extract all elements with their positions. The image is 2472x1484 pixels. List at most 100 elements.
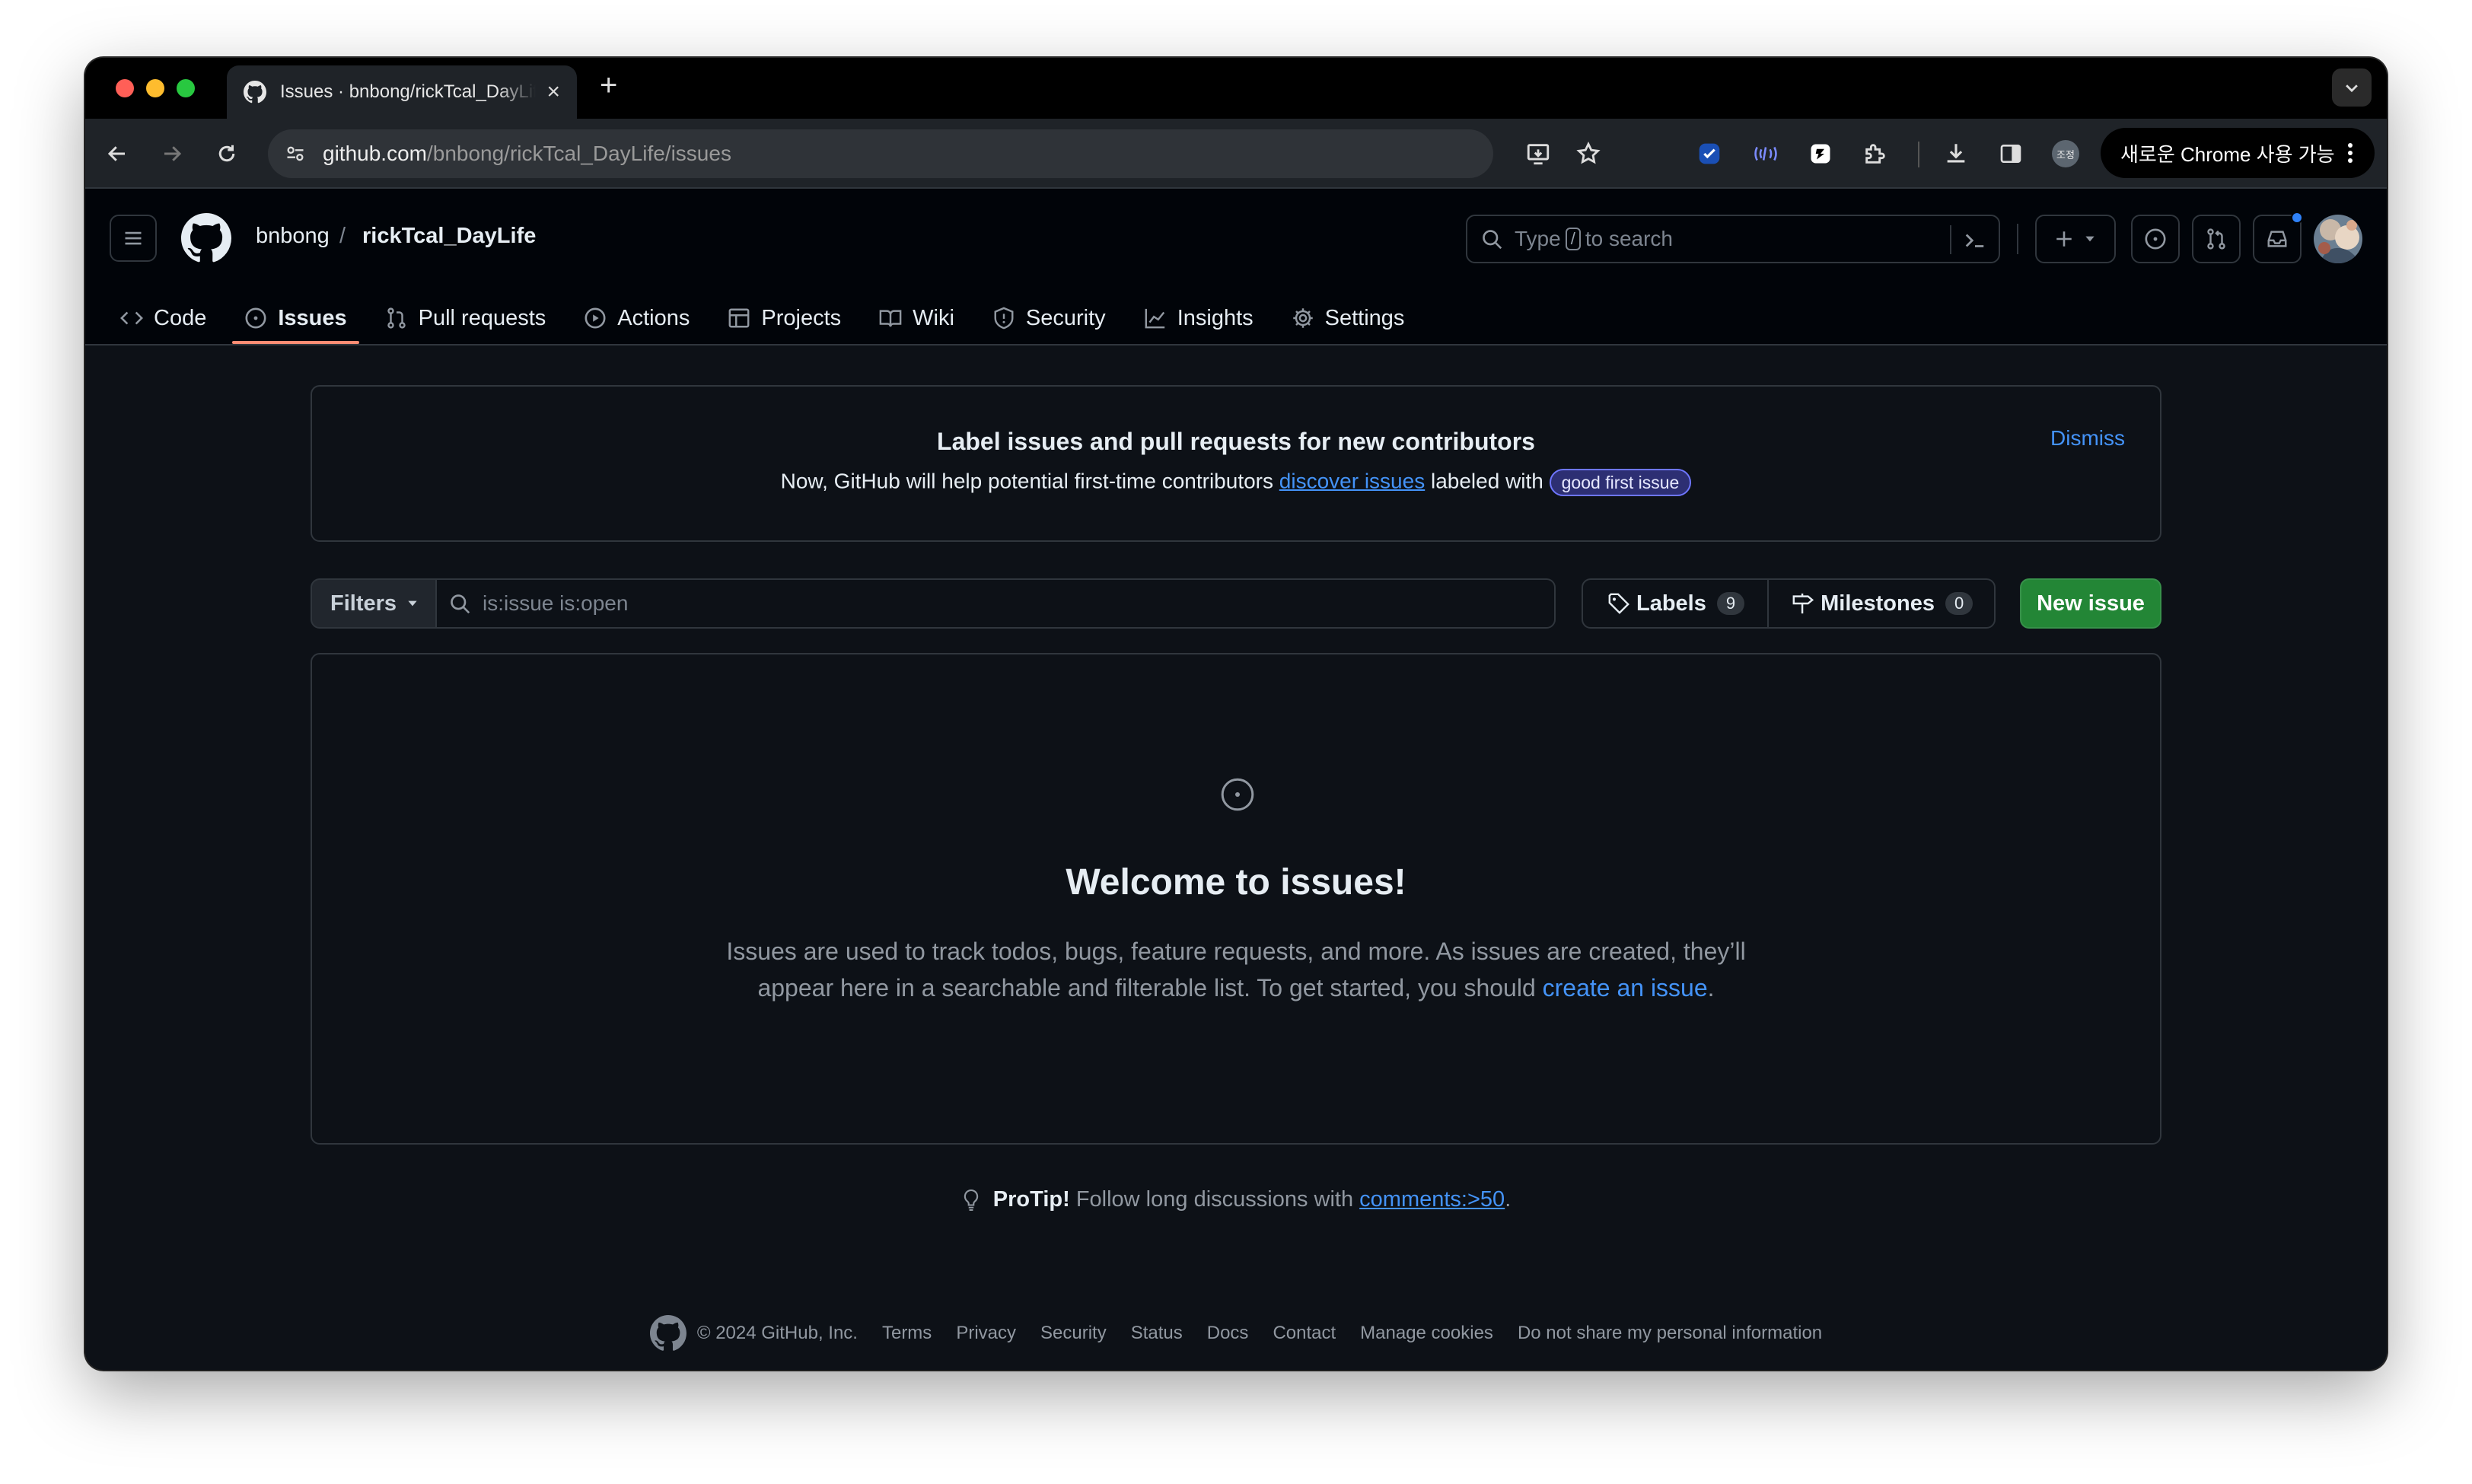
protip-link[interactable]: comments:>50 [1359, 1187, 1505, 1212]
tab-settings[interactable]: Settings [1279, 295, 1417, 341]
light-bulb-icon [964, 1189, 978, 1212]
url-text: github.com/bnbong/rickTcal_DayLife/issue… [323, 142, 731, 165]
profile-avatar[interactable]: 조정 [2049, 137, 2082, 170]
global-search-input[interactable]: Type / to search [1466, 215, 2000, 263]
milestones-button[interactable]: Milestones 0 [1769, 580, 1996, 627]
kebab-menu-icon [2347, 143, 2353, 163]
create-new-button[interactable] [2035, 215, 2116, 263]
minimize-window-button[interactable] [146, 79, 164, 97]
tab-code[interactable]: Code [108, 295, 218, 341]
dismiss-button[interactable]: Dismiss [2050, 426, 2125, 451]
bookmark-star-icon[interactable] [1575, 141, 1601, 167]
footer-link-privacy[interactable]: Privacy [956, 1323, 1016, 1344]
issues-search-input[interactable]: is:issue is:open [435, 578, 1556, 629]
repo-nav: Code Issues Pull requests Actions Projec… [108, 295, 1430, 344]
user-avatar[interactable] [2314, 215, 2362, 263]
breadcrumb-separator: / [339, 224, 346, 248]
search-divider [1950, 225, 1951, 254]
tab-projects-label: Projects [761, 305, 842, 330]
footer-link-security[interactable]: Security [1040, 1323, 1107, 1344]
plus-icon [2056, 231, 2072, 247]
issue-opened-icon [2145, 228, 2166, 250]
back-icon[interactable] [100, 137, 134, 170]
tab-title: Issues · bnbong/rickTcal_DayLife [280, 81, 537, 102]
github-logo-icon[interactable] [181, 213, 231, 263]
footer-link-manage-cookies[interactable]: Manage cookies [1360, 1323, 1493, 1344]
play-icon [585, 307, 606, 329]
extension-logo-icon[interactable] [1804, 137, 1837, 170]
forward-icon[interactable] [155, 137, 189, 170]
milestones-label: Milestones [1821, 591, 1935, 616]
site-info-icon[interactable] [285, 143, 306, 164]
hamburger-icon [125, 231, 142, 245]
your-issues-button[interactable] [2131, 215, 2180, 263]
tag-icon [1608, 593, 1629, 614]
search-icon [1483, 230, 1502, 250]
extensions-puzzle-icon[interactable] [1859, 137, 1892, 170]
blankslate-title: Welcome to issues! [1066, 862, 1406, 903]
your-pull-requests-button[interactable] [2192, 215, 2241, 263]
extension-check-icon[interactable] [1693, 137, 1726, 170]
blankslate-line-1: Issues are used to track todos, bugs, fe… [726, 938, 1746, 965]
git-pull-request-icon [2207, 228, 2225, 250]
profile-label: 조정 [2056, 148, 2075, 161]
tab-close-icon[interactable]: × [546, 81, 560, 103]
repo-name-link[interactable]: rickTcal_DayLife [362, 224, 536, 249]
footer-link-terms[interactable]: Terms [882, 1323, 932, 1344]
tab-actions[interactable]: Actions [572, 295, 702, 341]
create-issue-link[interactable]: create an issue [1543, 974, 1708, 1002]
downloads-icon[interactable] [1939, 137, 1973, 170]
address-bar[interactable]: github.com/bnbong/rickTcal_DayLife/issue… [268, 129, 1601, 178]
filters-button[interactable]: Filters [311, 578, 437, 629]
tab-pull-requests[interactable]: Pull requests [373, 295, 559, 341]
shield-icon [994, 307, 1014, 330]
chevron-down-icon [2346, 84, 2358, 93]
tab-wiki[interactable]: Wiki [867, 295, 967, 341]
discover-issues-link[interactable]: discover issues [1279, 469, 1425, 492]
banner-text-before: Now, GitHub will help potential first-ti… [780, 469, 1274, 493]
repo-owner-link[interactable]: bnbong [256, 224, 330, 249]
unread-indicator [2291, 212, 2303, 224]
tab-projects[interactable]: Projects [715, 295, 853, 341]
inbox-icon [2267, 231, 2287, 247]
protip-text: Follow long discussions with [1075, 1187, 1354, 1212]
git-pull-request-icon [387, 307, 406, 329]
browser-window: Issues · bnbong/rickTcal_DayLife × + git… [85, 58, 2387, 1370]
footer-link-contact[interactable]: Contact [1273, 1323, 1336, 1344]
new-tab-icon[interactable]: + [600, 70, 617, 100]
install-app-icon[interactable] [1525, 141, 1551, 167]
banner-title: Label issues and pull requests for new c… [937, 428, 1535, 455]
tab-security[interactable]: Security [980, 295, 1118, 341]
github-mark-icon[interactable] [649, 1315, 686, 1352]
book-icon [879, 310, 902, 327]
milestone-icon [1792, 593, 1814, 614]
chrome-update-button[interactable]: 새로운 Chrome 사용 가능 [2101, 128, 2375, 178]
labels-button[interactable]: Labels 9 [1583, 580, 1770, 627]
reload-icon[interactable] [210, 137, 244, 170]
code-icon [120, 311, 143, 325]
side-panel-icon[interactable] [1994, 137, 2028, 170]
good-first-issue-label[interactable]: good first issue [1549, 469, 1692, 496]
tab-issues[interactable]: Issues [232, 295, 359, 344]
footer-link-do-not-share[interactable]: Do not share my personal information [1518, 1323, 1822, 1344]
command-palette-icon[interactable] [1964, 229, 1986, 252]
global-menu-button[interactable] [110, 215, 157, 262]
close-window-button[interactable] [116, 79, 134, 97]
github-header: bnbong / rickTcal_DayLife Type / to sear… [85, 189, 2387, 346]
footer-link-status[interactable]: Status [1131, 1323, 1183, 1344]
triangle-down-icon [408, 600, 417, 607]
zoom-window-button[interactable] [177, 79, 195, 97]
new-issue-button[interactable]: New issue [2020, 578, 2161, 629]
banner-text-after: labeled with [1430, 469, 1543, 493]
contributors-banner: Label issues and pull requests for new c… [311, 385, 2161, 542]
table-icon [728, 308, 750, 328]
tab-security-label: Security [1025, 305, 1106, 330]
tab-search-button[interactable] [2332, 68, 2372, 107]
tab-insights-label: Insights [1177, 305, 1254, 330]
issue-opened-icon [1219, 776, 1256, 813]
tab-insights[interactable]: Insights [1132, 295, 1266, 341]
footer-link-docs[interactable]: Docs [1207, 1323, 1249, 1344]
search-icon [451, 594, 470, 614]
extension-wave-icon[interactable] [1749, 137, 1782, 170]
browser-tab[interactable]: Issues · bnbong/rickTcal_DayLife × [227, 65, 577, 119]
